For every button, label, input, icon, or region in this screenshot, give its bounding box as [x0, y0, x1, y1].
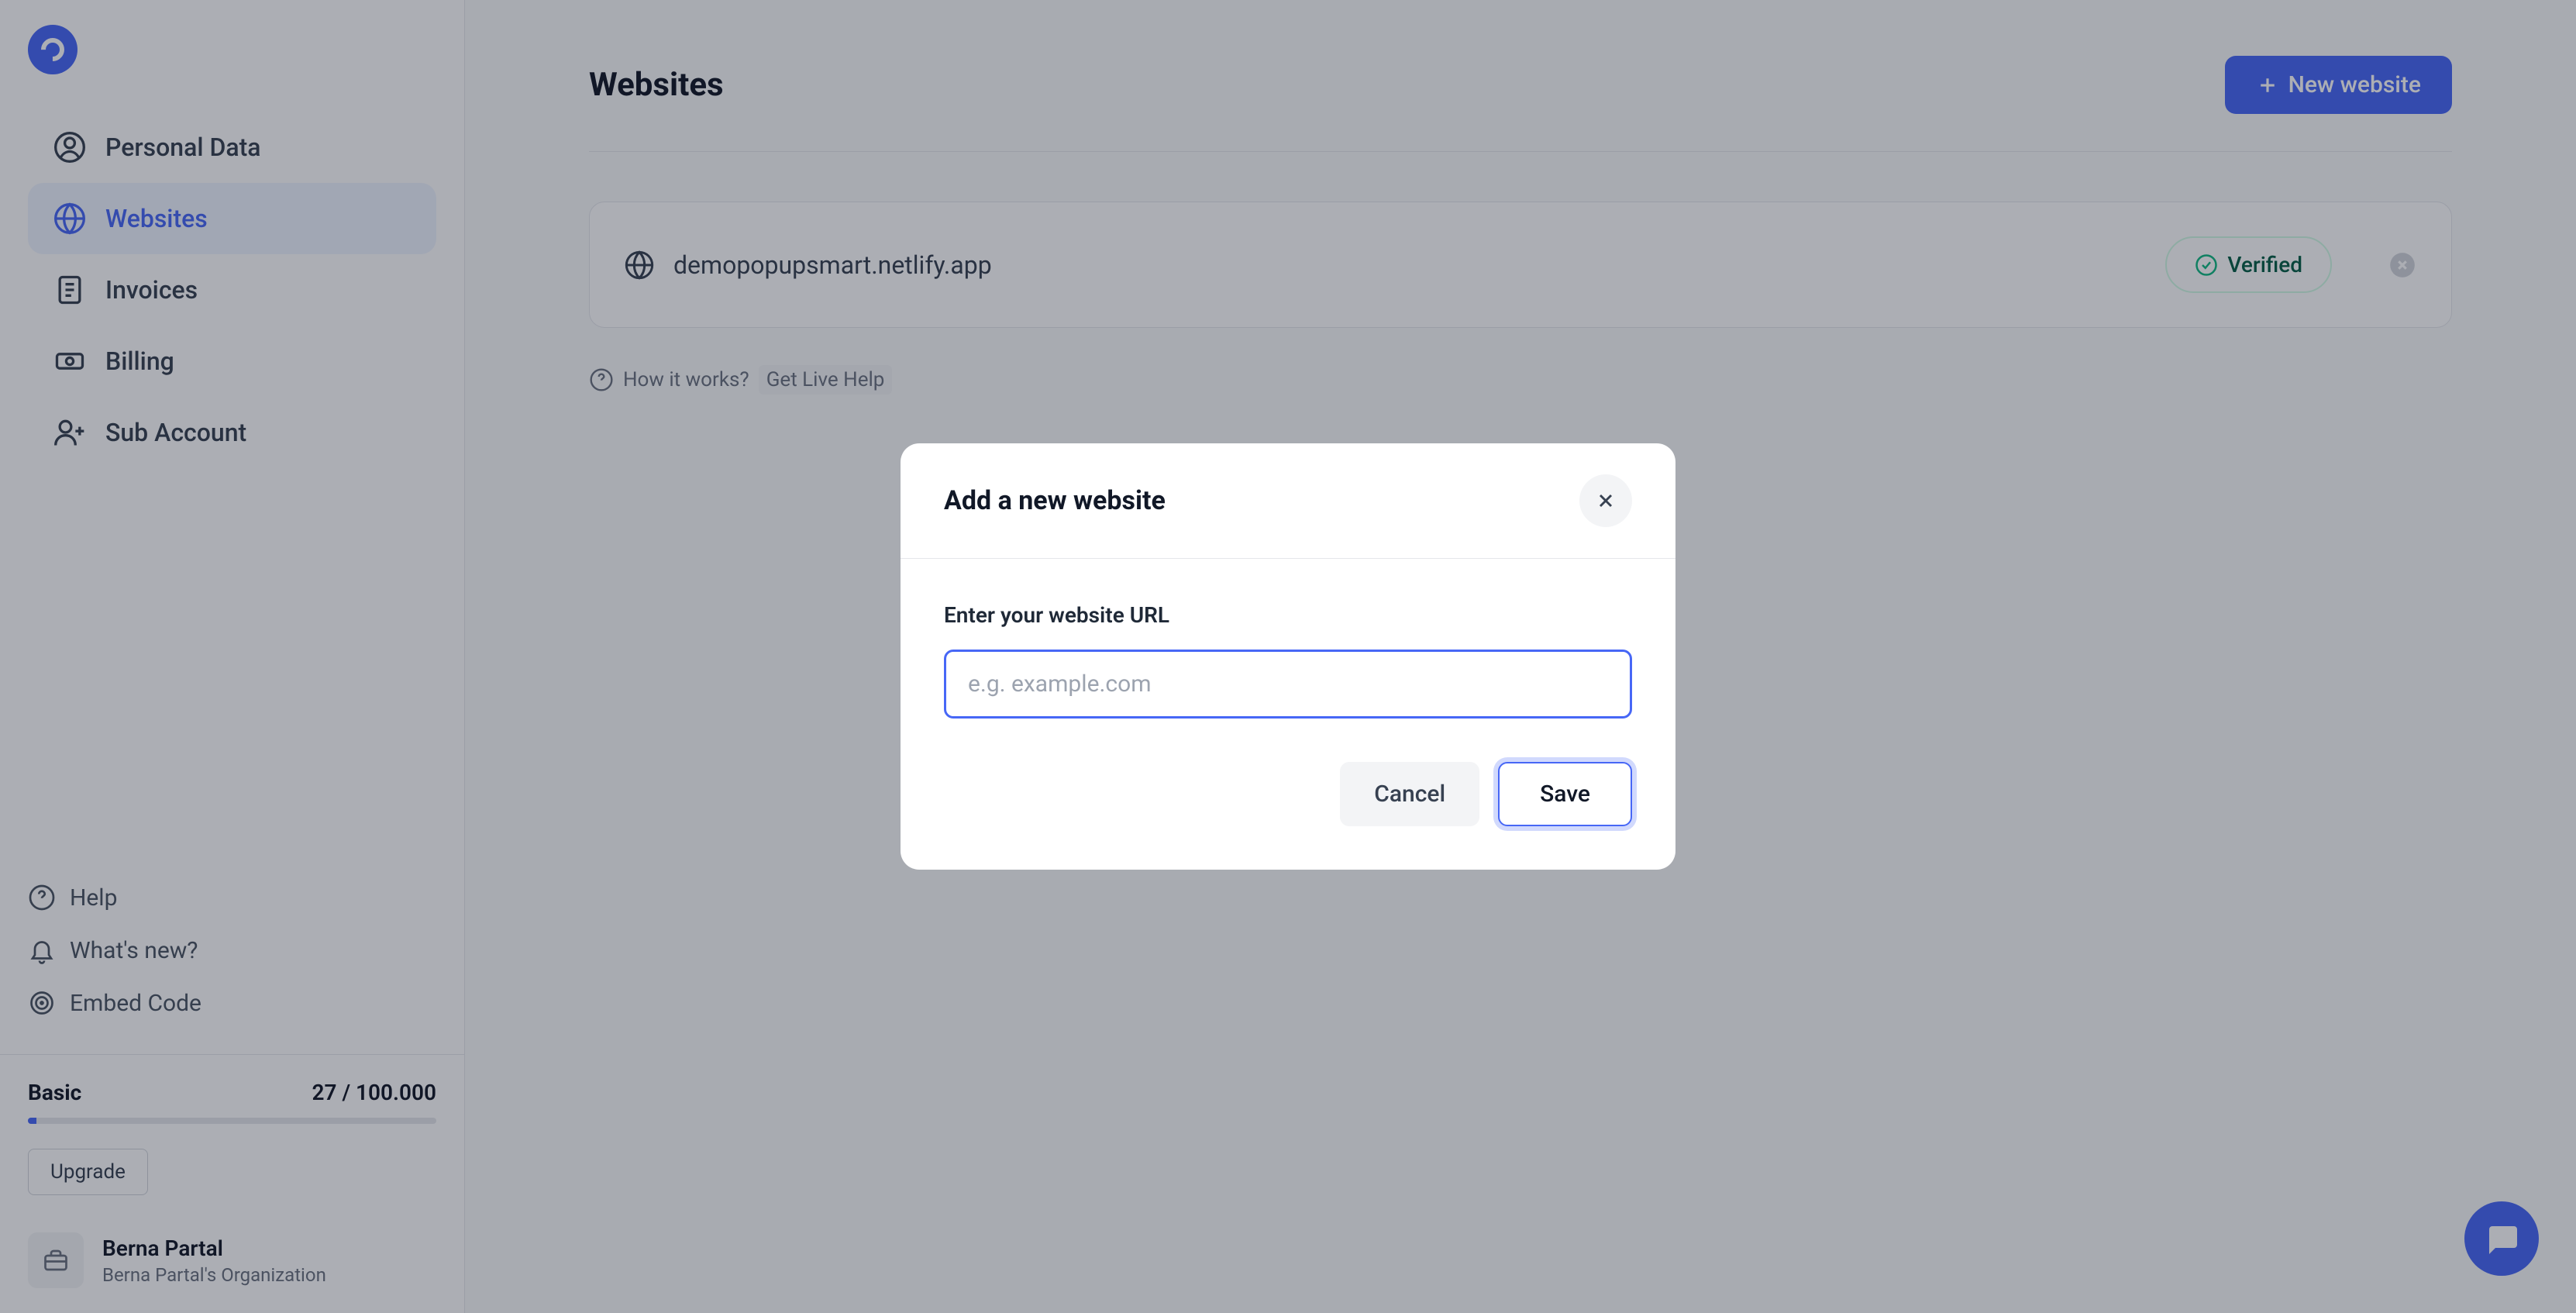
website-url-input[interactable]: [944, 650, 1632, 719]
save-button[interactable]: Save: [1498, 762, 1632, 826]
url-input-label: Enter your website URL: [944, 602, 1632, 628]
close-modal-button[interactable]: [1579, 474, 1632, 527]
add-website-modal: Add a new website Enter your website URL…: [901, 443, 1675, 870]
modal-overlay[interactable]: Add a new website Enter your website URL…: [0, 0, 2576, 1313]
modal-title: Add a new website: [944, 485, 1166, 516]
modal-footer: Cancel Save: [901, 762, 1675, 870]
modal-header: Add a new website: [901, 443, 1675, 559]
close-icon: [1595, 490, 1617, 512]
modal-body: Enter your website URL: [901, 559, 1675, 762]
cancel-button[interactable]: Cancel: [1340, 762, 1479, 826]
